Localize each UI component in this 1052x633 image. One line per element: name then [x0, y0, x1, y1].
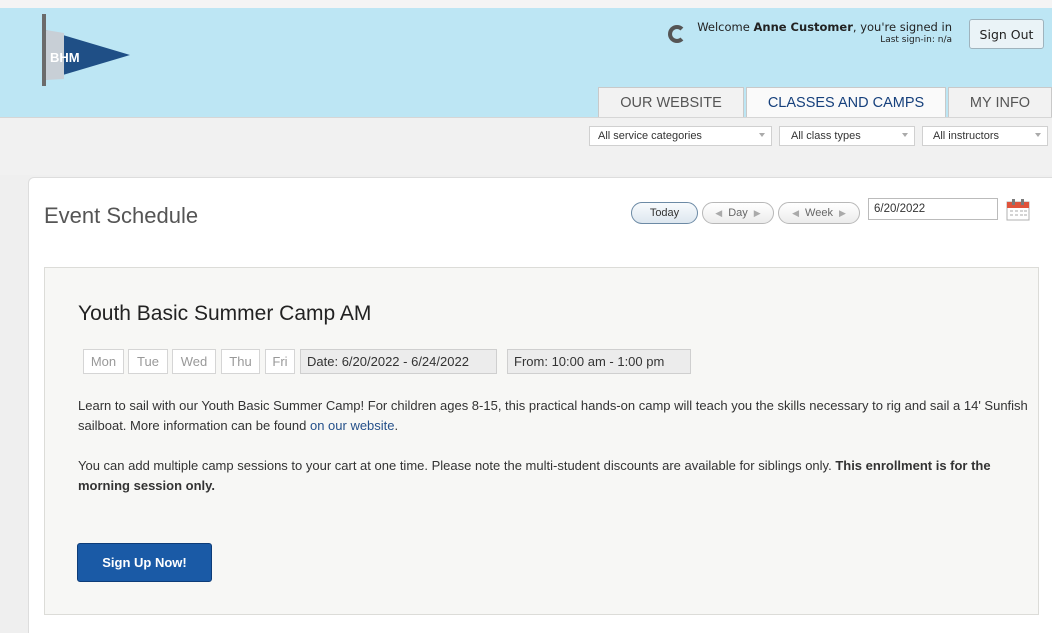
chevron-down-icon: [759, 133, 765, 137]
today-button[interactable]: Today: [631, 202, 698, 224]
class-type-value: All class types: [791, 130, 861, 142]
chevron-right-icon[interactable]: ▶: [754, 208, 761, 219]
chevron-left-icon[interactable]: ◀: [792, 208, 799, 219]
day-chip-fri: Fri: [265, 349, 295, 374]
desc1-end: .: [394, 418, 399, 433]
day-chip-mon: Mon: [83, 349, 124, 374]
time-range: 10:00 am - 1:00 pm: [551, 354, 665, 369]
sign-out-button[interactable]: Sign Out: [969, 19, 1044, 49]
chevron-left-icon[interactable]: ◀: [715, 208, 722, 219]
chevron-down-icon: [902, 133, 908, 137]
user-name: Anne Customer: [753, 20, 853, 34]
day-label: Day: [728, 207, 748, 219]
time-range-badge: From: 10:00 am - 1:00 pm: [507, 349, 691, 374]
loading-spinner-icon: [668, 25, 686, 43]
tab-our-website[interactable]: OUR WEBSITE: [598, 87, 744, 117]
date-range-badge: Date: 6/20/2022 - 6/24/2022: [300, 349, 497, 374]
day-chip-wed: Wed: [172, 349, 216, 374]
top-strip: [0, 0, 1052, 8]
last-signin: Last sign-in: n/a: [880, 35, 952, 45]
website-link[interactable]: on our website: [310, 418, 395, 433]
welcome-block: Welcome Anne Customer, you're signed in …: [697, 20, 952, 45]
event-title: Youth Basic Summer Camp AM: [78, 302, 372, 325]
tab-my-info[interactable]: MY INFO: [948, 87, 1052, 117]
logo-text: BHM: [50, 50, 80, 65]
tab-classes-and-camps[interactable]: CLASSES AND CAMPS: [746, 87, 946, 118]
main-tabs: OUR WEBSITE CLASSES AND CAMPS MY INFO: [598, 87, 1052, 118]
logo-flag[interactable]: BHM: [38, 12, 134, 88]
day-chip-thu: Thu: [221, 349, 260, 374]
week-label: Week: [805, 207, 833, 219]
week-nav-button[interactable]: ◀ Week ▶: [778, 202, 860, 224]
day-nav-button[interactable]: ◀ Day ▶: [702, 202, 774, 224]
chevron-down-icon: [1035, 133, 1041, 137]
date-range: 6/20/2022 - 6/24/2022: [341, 354, 469, 369]
from-label: From:: [514, 354, 548, 369]
welcome-suffix: , you're signed in: [852, 20, 952, 34]
welcome-line: Welcome Anne Customer, you're signed in: [697, 20, 952, 34]
service-category-select[interactable]: All service categories: [589, 126, 772, 146]
desc1-text: Learn to sail with our Youth Basic Summe…: [78, 398, 1028, 433]
instructor-value: All instructors: [933, 130, 1000, 142]
chevron-right-icon[interactable]: ▶: [839, 208, 846, 219]
filter-bar: All service categories All class types A…: [0, 117, 1052, 175]
day-chip-tue: Tue: [128, 349, 168, 374]
class-type-select[interactable]: All class types: [779, 126, 915, 146]
date-input[interactable]: [868, 198, 998, 220]
sign-up-button[interactable]: Sign Up Now!: [77, 543, 212, 582]
instructor-select[interactable]: All instructors: [922, 126, 1048, 146]
calendar-icon[interactable]: [1006, 199, 1030, 221]
site-header: BHM Welcome Anne Customer, you're signed…: [0, 8, 1052, 118]
desc2-text: You can add multiple camp sessions to yo…: [78, 458, 836, 473]
date-label: Date:: [307, 354, 339, 369]
event-description-2: You can add multiple camp sessions to yo…: [78, 456, 1028, 496]
service-category-value: All service categories: [598, 130, 702, 142]
page-title: Event Schedule: [44, 203, 199, 228]
event-description-1: Learn to sail with our Youth Basic Summe…: [78, 396, 1028, 436]
welcome-prefix: Welcome: [697, 20, 750, 34]
today-label: Today: [649, 207, 680, 219]
